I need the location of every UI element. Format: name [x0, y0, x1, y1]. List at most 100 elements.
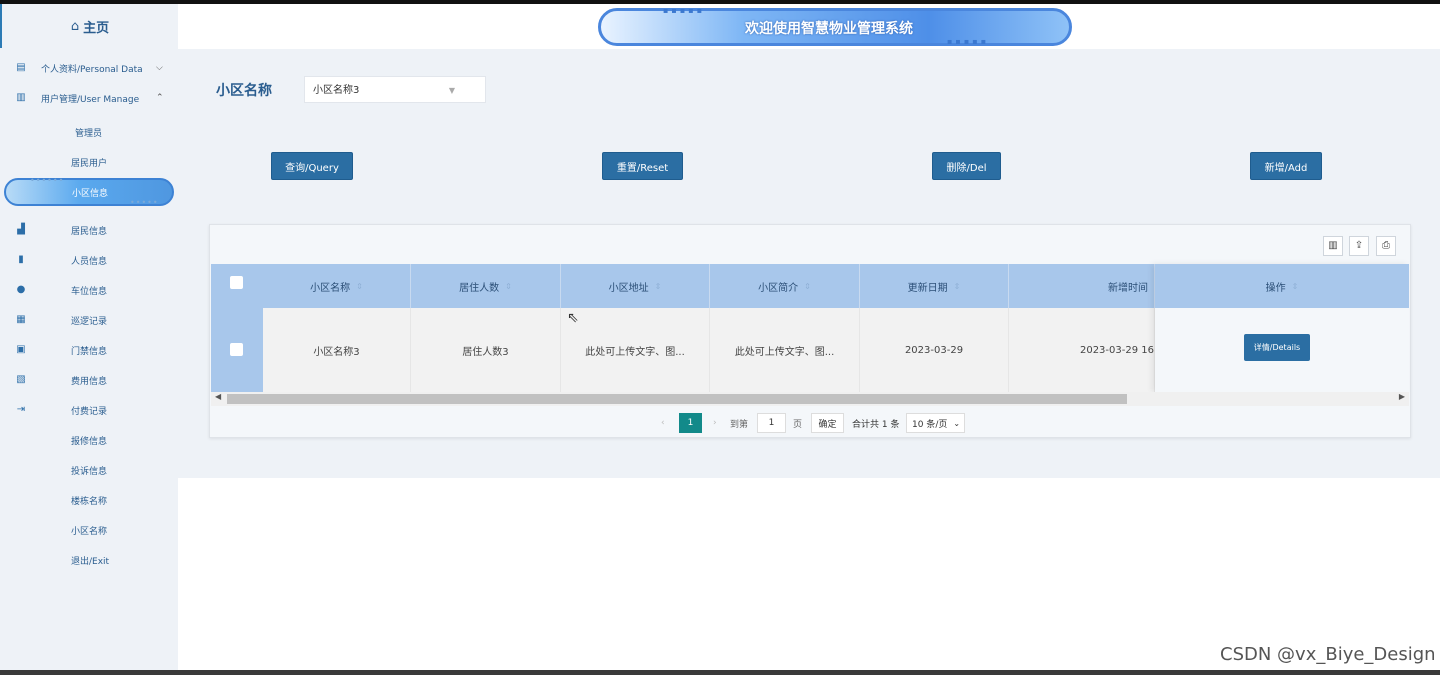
reset-button[interactable]: 重置/Reset [602, 152, 683, 180]
mouse-cursor-icon: ⇖ [567, 310, 579, 326]
home-icon: ⌂ [70, 18, 80, 34]
goto-page-input[interactable]: 1 [757, 413, 786, 433]
decorative-dots: ▪▪▪▪▪ [947, 37, 990, 46]
header-banner: ▪▪▪▪▪ 欢迎使用智慧物业管理系统 ▪▪▪▪▪ [598, 6, 1072, 46]
sidebar-item-community-info-active[interactable]: •••••• 小区信息 ••••• [4, 176, 174, 207]
decorative-dots: •••••• [30, 176, 65, 185]
sidebar-group-label: 个人资料/Personal Data [41, 64, 143, 75]
sidebar-item-label: 巡逻记录 [71, 316, 108, 327]
cell-name: 小区名称3 [263, 308, 411, 392]
sidebar-item-access-info[interactable]: ▣ 门禁信息 [0, 335, 178, 365]
export-icon[interactable]: ⇪ [1349, 236, 1369, 256]
column-label: 小区名称 [310, 282, 351, 294]
sort-icon[interactable]: ⇕ [954, 282, 961, 291]
column-header-actions[interactable]: 操作 ⇕ [1155, 264, 1409, 308]
cell-created: 2023-03-29 16 [1009, 308, 1155, 392]
sidebar-item-label: 付费记录 [71, 406, 108, 417]
add-button[interactable]: 新增/Add [1250, 152, 1322, 180]
book-icon: ▧ [16, 374, 26, 385]
sidebar-item-payment-records[interactable]: ⇥ 付费记录 [0, 395, 178, 425]
column-header-name[interactable]: 小区名称 ⇕ [263, 264, 411, 308]
cell-updated: 2023-03-29 [860, 308, 1009, 392]
scroll-left-icon[interactable]: ◀ [215, 392, 221, 401]
sidebar-item-staff-info[interactable]: ▮ 人员信息 [0, 245, 178, 275]
community-name-select[interactable]: 小区名称3 ▼ [304, 76, 486, 103]
horizontal-scrollbar[interactable]: ◀ ▶ [211, 392, 1409, 406]
scrollbar-thumb[interactable] [227, 394, 1127, 404]
page-number-current[interactable]: 1 [679, 413, 702, 433]
column-header-address[interactable]: 小区地址 ⇕ [561, 264, 710, 308]
watermark: CSDN @vx_Biye_Design [1220, 644, 1436, 665]
scroll-right-icon[interactable]: ▶ [1399, 392, 1405, 401]
query-button[interactable]: 查询/Query [271, 152, 353, 180]
sidebar-item-patrol-records[interactable]: ▦ 巡逻记录 [0, 305, 178, 335]
sidebar-item-repair-info[interactable]: 报修信息 [0, 425, 178, 455]
page-unit-label: 页 [793, 419, 803, 430]
sidebar-item-label: 投诉信息 [71, 466, 108, 477]
sidebar-item-admin[interactable]: 管理员 [0, 117, 178, 147]
cell-intro: 此处可上传文字、图... [710, 308, 860, 392]
sidebar-group-label: 用户管理/User Manage [41, 94, 140, 105]
columns-icon[interactable]: ▥ [1323, 236, 1343, 256]
sidebar-item-parking-info[interactable]: ● 车位信息 [0, 275, 178, 305]
column-header-created[interactable]: 新增时间 [1009, 264, 1155, 308]
goto-label: 到第 [730, 419, 749, 430]
sidebar-item-label: 居民用户 [71, 158, 108, 169]
sidebar-item-label: 退出/Exit [71, 556, 110, 567]
sidebar-item-fee-info[interactable]: ▧ 费用信息 [0, 365, 178, 395]
decorative-dots: ▪▪▪▪▪ [663, 6, 706, 15]
sidebar-group-personal-data[interactable]: ▤ 个人资料/Personal Data ⌵ [0, 53, 178, 83]
sidebar-item-label: 报修信息 [71, 436, 108, 447]
caret-down-icon: ▼ [448, 86, 455, 95]
sidebar-item-exit[interactable]: 退出/Exit [0, 545, 178, 575]
clipboard-icon: ▥ [16, 92, 26, 103]
sidebar-group-user-manage[interactable]: ▥ 用户管理/User Manage ⌃ [0, 83, 178, 113]
goto-confirm-button[interactable]: 确定 [811, 413, 844, 433]
page-title: 欢迎使用智慧物业管理系统 [745, 21, 913, 37]
sidebar-item-label: 人员信息 [71, 256, 108, 267]
decorative-dots: ••••• [130, 198, 159, 207]
window-bottom-edge [0, 670, 1440, 675]
sidebar-item-resident-users[interactable]: 居民用户 [0, 147, 178, 177]
details-button[interactable]: 详情/Details [1244, 334, 1310, 361]
calendar-icon: ▦ [16, 314, 26, 325]
sidebar-item-building-name[interactable]: 楼栋名称 [0, 485, 178, 515]
chevron-up-icon: ⌃ [156, 93, 164, 103]
sort-icon[interactable]: ⇕ [804, 282, 811, 291]
bar-chart-icon: ▟ [17, 224, 25, 235]
page-size-select[interactable]: 10 条/页 ⌄ [906, 413, 965, 433]
column-header-updated[interactable]: 更新日期 ⇕ [860, 264, 1009, 308]
sidebar-item-label: 车位信息 [71, 286, 108, 297]
sidebar-item-label: 小区名称 [71, 526, 108, 537]
select-value: 小区名称3 [313, 85, 360, 96]
row-checkbox[interactable] [230, 343, 243, 356]
page-size-value: 10 条/页 [912, 419, 948, 430]
delete-button[interactable]: 删除/Del [932, 152, 1001, 180]
sidebar-item-resident-info[interactable]: ▟ 居民信息 [0, 215, 178, 245]
sidebar-item-community-name[interactable]: 小区名称 [0, 515, 178, 545]
sort-icon[interactable]: ⇕ [356, 282, 363, 291]
sort-icon[interactable]: ⇕ [655, 282, 662, 291]
column-label: 居住人数 [459, 282, 500, 294]
column-label: 更新日期 [907, 282, 948, 294]
sidebar-item-label: 居民信息 [71, 226, 108, 237]
column-header-intro[interactable]: 小区简介 ⇕ [710, 264, 860, 308]
window-top-edge [0, 0, 1440, 4]
column-label: 新增时间 [1108, 282, 1148, 294]
cell-residents: 居住人数3 [411, 308, 561, 392]
sidebar-item-label: 门禁信息 [71, 346, 108, 357]
sort-icon[interactable]: ⇕ [505, 282, 512, 291]
prev-page-icon[interactable]: ‹ [661, 413, 665, 433]
sidebar-item-label: 小区信息 [72, 189, 109, 199]
chevron-down-icon: ⌵ [156, 63, 163, 73]
print-icon[interactable]: ⎙ [1376, 236, 1396, 256]
home-link[interactable]: ⌂ 主页 [0, 4, 178, 48]
chevron-down-icon: ⌄ [953, 418, 961, 428]
next-page-icon[interactable]: › [713, 413, 717, 433]
sort-icon[interactable]: ⇕ [1292, 282, 1299, 291]
column-label: 操作 [1265, 282, 1286, 294]
column-label: 小区地址 [608, 282, 649, 294]
column-header-residents[interactable]: 居住人数 ⇕ [411, 264, 561, 308]
sidebar-item-complaint-info[interactable]: 投诉信息 [0, 455, 178, 485]
select-all-checkbox[interactable] [230, 276, 243, 289]
